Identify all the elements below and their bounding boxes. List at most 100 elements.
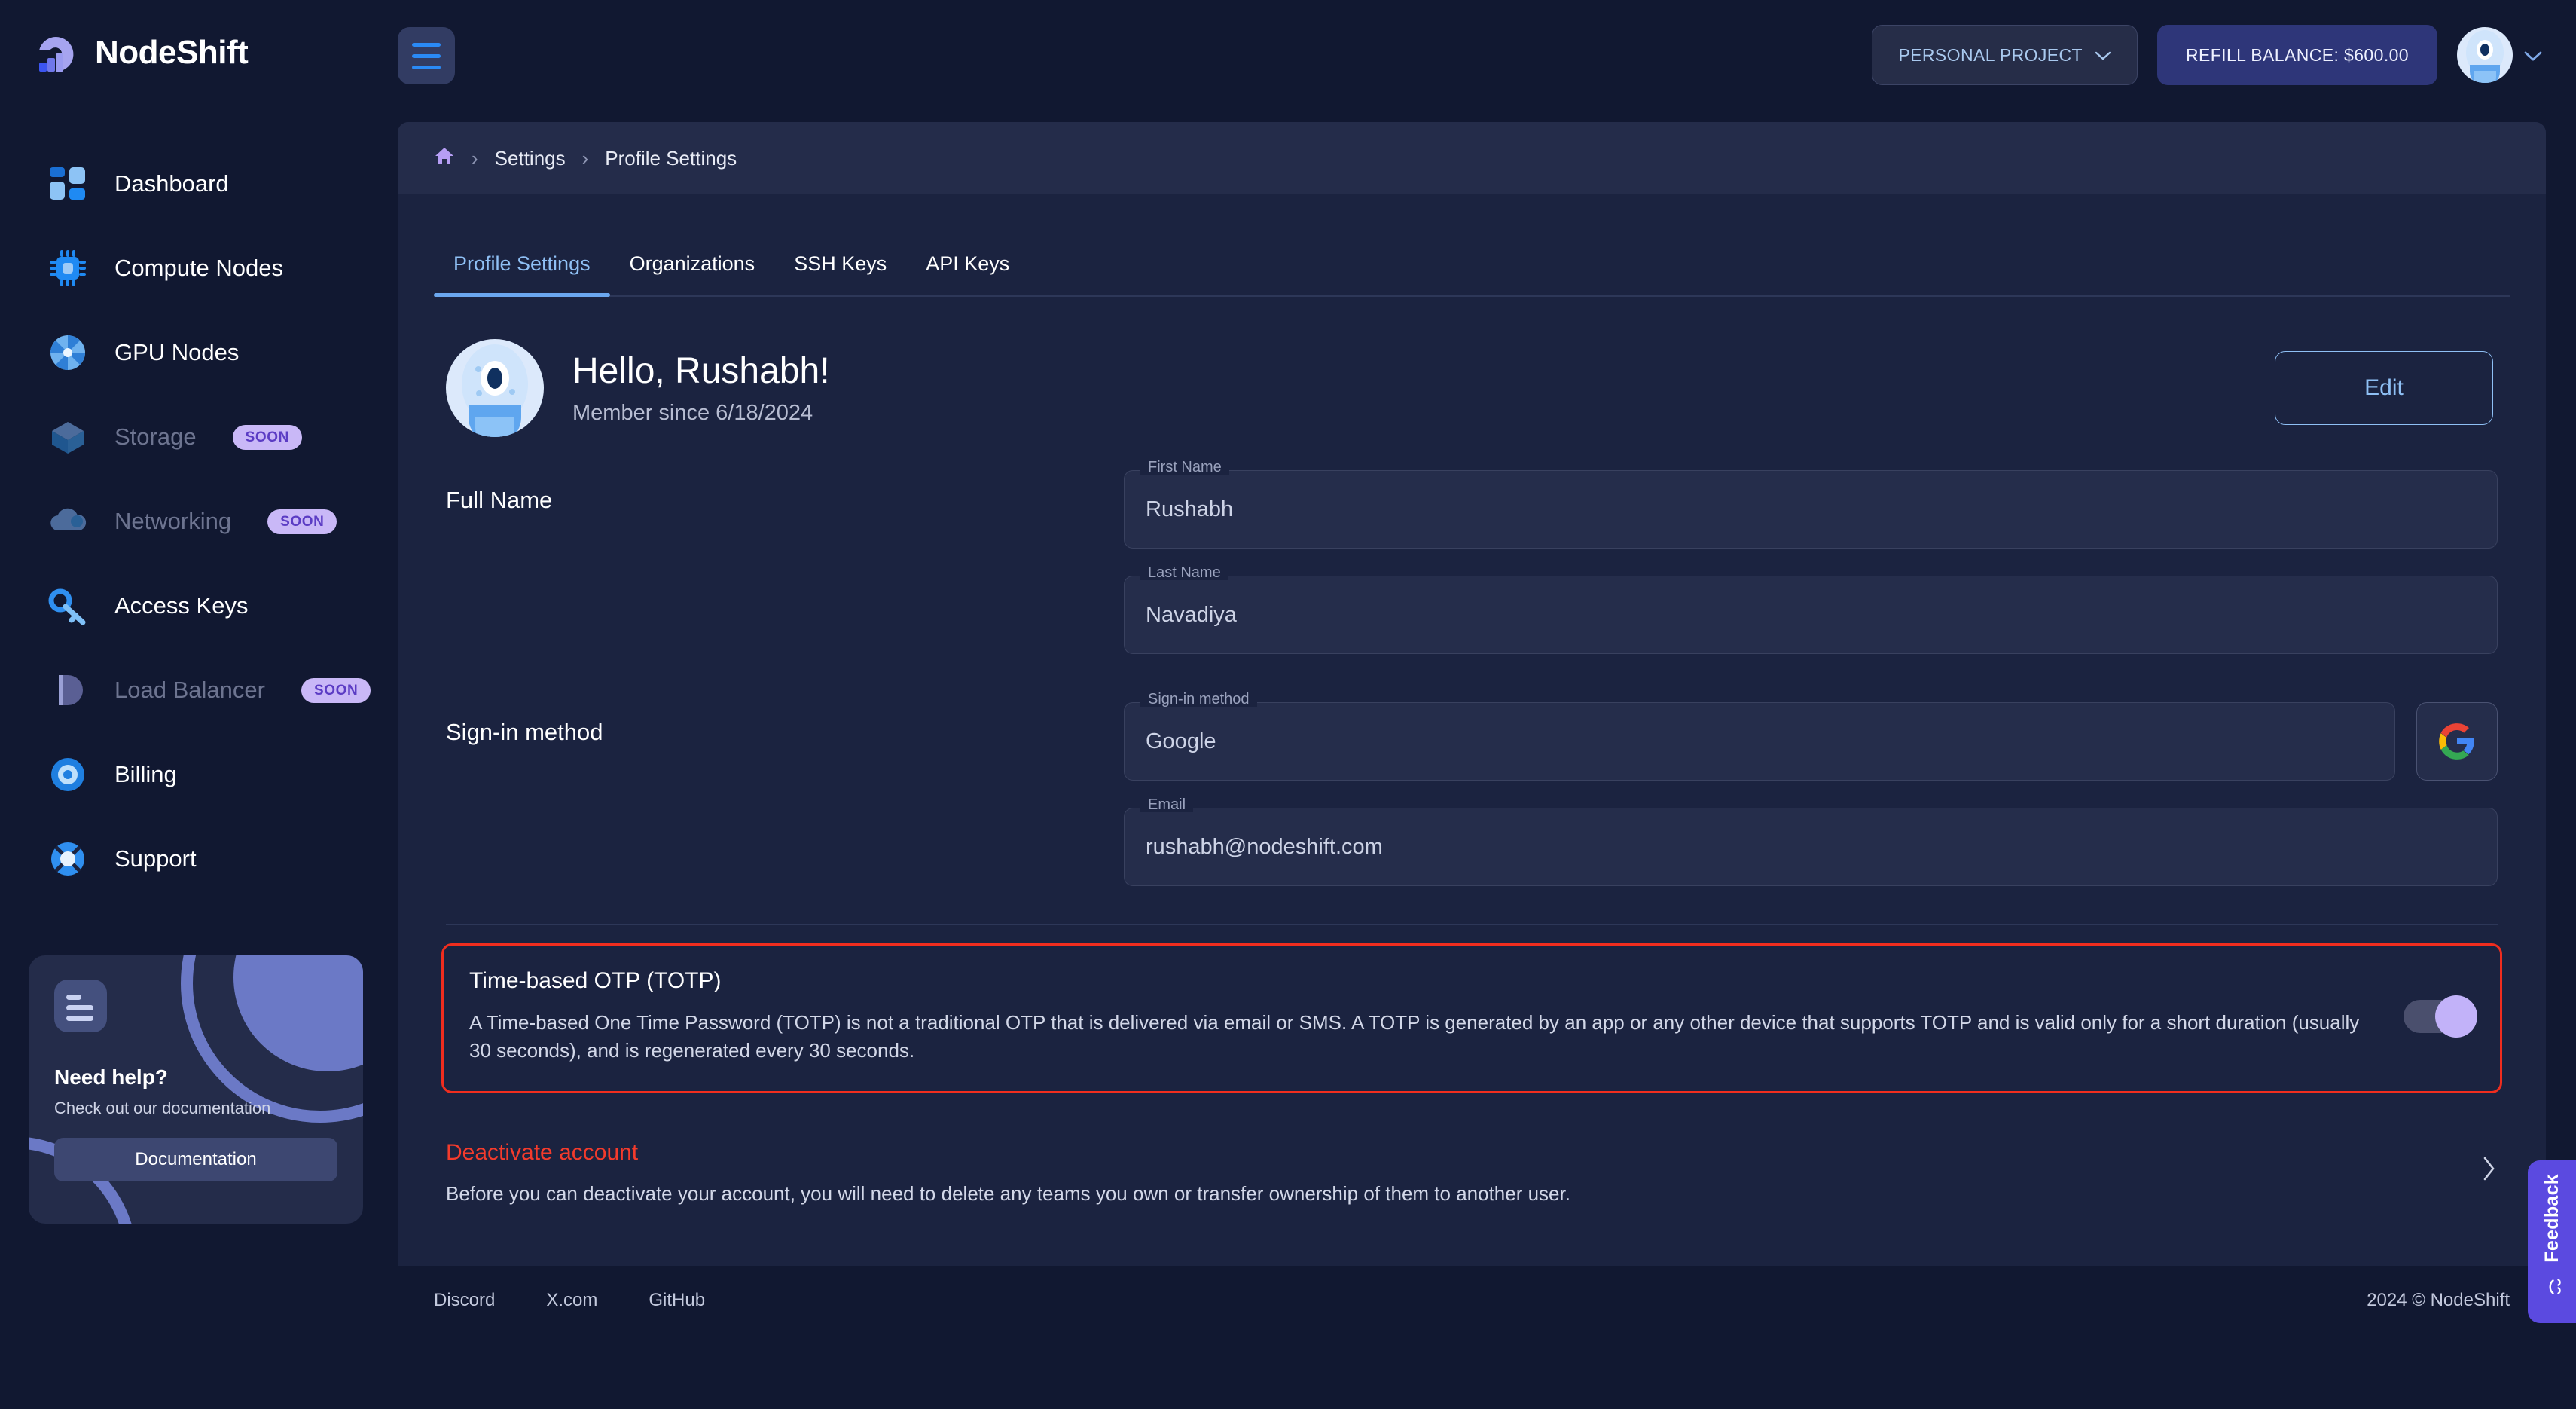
totp-title: Time-based OTP (TOTP) bbox=[469, 967, 722, 993]
last-name-field[interactable]: Last Name Navadiya bbox=[1124, 565, 2498, 654]
last-name-label: Last Name bbox=[1140, 565, 1228, 580]
sidebar-item-label: Networking bbox=[114, 508, 232, 534]
sidebar-item-storage[interactable]: Storage SOON bbox=[0, 395, 392, 479]
sidebar-item-label: Support bbox=[114, 845, 197, 872]
footer-link-github[interactable]: GitHub bbox=[649, 1290, 705, 1311]
first-name-field[interactable]: First Name Rushabh bbox=[1124, 460, 2498, 549]
sidebar-item-billing[interactable]: Billing bbox=[0, 732, 392, 817]
footer-copyright: 2024 © NodeShift bbox=[2367, 1290, 2510, 1310]
status-badge: SOON bbox=[267, 509, 337, 534]
tab-ssh-keys[interactable]: SSH Keys bbox=[774, 252, 906, 295]
documentation-button[interactable]: Documentation bbox=[54, 1138, 337, 1181]
cloud-icon bbox=[47, 500, 89, 543]
status-badge: SOON bbox=[232, 424, 302, 450]
deactivate-title: Deactivate account bbox=[446, 1139, 639, 1165]
tab-bar: Profile Settings Organizations SSH Keys … bbox=[434, 194, 2510, 297]
deactivate-description: Before you can deactivate your account, … bbox=[446, 1181, 1570, 1205]
gpu-fan-icon bbox=[47, 332, 89, 374]
sidebar-item-gpu-nodes[interactable]: GPU Nodes bbox=[0, 310, 392, 395]
feedback-tab[interactable]: Feedback bbox=[2528, 1160, 2576, 1323]
app-root: NodeShift Dashboard Compute Nodes GPU No… bbox=[0, 0, 2576, 1409]
refill-balance-button[interactable]: REFILL BALANCE: $600.00 bbox=[2156, 25, 2437, 85]
avatar bbox=[2457, 27, 2513, 83]
key-icon bbox=[47, 585, 89, 627]
sidebar-item-label: GPU Nodes bbox=[114, 339, 240, 365]
breadcrumb-separator: › bbox=[472, 146, 478, 170]
first-name-label: First Name bbox=[1140, 460, 1229, 475]
cpu-chip-icon bbox=[47, 247, 89, 289]
breadcrumb-item-settings[interactable]: Settings bbox=[495, 147, 566, 170]
sidebar-item-label: Load Balancer bbox=[114, 677, 265, 703]
chevron-down-icon bbox=[2523, 44, 2543, 66]
project-selector-button[interactable]: PERSONAL PROJECT bbox=[1872, 25, 2138, 85]
last-name-value[interactable]: Navadiya bbox=[1124, 576, 2498, 654]
topbar: PERSONAL PROJECT REFILL BALANCE: $600.00 bbox=[392, 0, 2576, 110]
first-name-value[interactable]: Rushabh bbox=[1124, 470, 2498, 549]
sidebar-item-networking[interactable]: Networking SOON bbox=[0, 479, 392, 564]
totp-section: Time-based OTP (TOTP) A Time-based One T… bbox=[441, 943, 2502, 1093]
totp-toggle[interactable] bbox=[2404, 995, 2477, 1038]
cube-icon bbox=[47, 416, 89, 458]
full-name-section: Full Name First Name Rushabh Last Name N… bbox=[398, 460, 2546, 654]
greeting-title: Hello, Rushabh! bbox=[572, 351, 830, 391]
sidebar-item-compute-nodes[interactable]: Compute Nodes bbox=[0, 226, 392, 310]
section-divider bbox=[446, 924, 2498, 925]
breadcrumb-separator: › bbox=[581, 146, 589, 170]
home-icon[interactable] bbox=[434, 145, 455, 171]
breadcrumb-item-profile-settings: Profile Settings bbox=[605, 146, 737, 170]
brand-logo[interactable]: NodeShift bbox=[0, 0, 392, 83]
dashboard-grid-icon bbox=[47, 163, 89, 205]
signin-method-value[interactable]: Google bbox=[1124, 702, 2395, 781]
sidebar-item-access-keys[interactable]: Access Keys bbox=[0, 564, 392, 648]
tab-api-keys[interactable]: API Keys bbox=[906, 252, 1029, 295]
sidebar-item-label: Billing bbox=[114, 761, 177, 787]
help-card: Need help? Check out our documentation D… bbox=[29, 955, 363, 1224]
chevron-right-icon[interactable] bbox=[2481, 1155, 2498, 1190]
totp-description: A Time-based One Time Password (TOTP) is… bbox=[469, 1010, 2360, 1062]
billing-icon bbox=[47, 753, 89, 796]
email-field[interactable]: Email rushabh@nodeshift.com bbox=[1124, 797, 2498, 886]
tab-organizations[interactable]: Organizations bbox=[610, 252, 775, 295]
sidebar-item-label: Dashboard bbox=[114, 170, 229, 197]
load-balancer-icon bbox=[47, 669, 89, 711]
member-since-text: Member since 6/18/2024 bbox=[572, 401, 813, 425]
sidebar-nav: Dashboard Compute Nodes GPU Nodes Storag… bbox=[0, 142, 392, 901]
help-card-subtitle: Check out our documentation bbox=[54, 1099, 271, 1117]
signin-method-section: Sign-in method Sign-in method Google Ema… bbox=[398, 692, 2546, 886]
brand-name: NodeShift bbox=[95, 34, 249, 71]
help-card-title: Need help? bbox=[54, 1065, 168, 1089]
sidebar-item-label: Compute Nodes bbox=[114, 255, 284, 281]
sidebar-item-support[interactable]: Support bbox=[0, 817, 392, 901]
nodeshift-wave-logo-icon bbox=[32, 28, 81, 78]
deactivate-account-row[interactable]: Deactivate account Before you can deacti… bbox=[398, 1093, 2546, 1206]
project-selector-label: PERSONAL PROJECT bbox=[1898, 44, 2083, 65]
status-badge: SOON bbox=[301, 677, 371, 703]
edit-button[interactable]: Edit bbox=[2275, 351, 2493, 425]
footer: Discord X.com GitHub 2024 © NodeShift bbox=[398, 1266, 2546, 1335]
sidebar-item-load-balancer[interactable]: Load Balancer SOON bbox=[0, 648, 392, 732]
tab-profile-settings[interactable]: Profile Settings bbox=[434, 252, 610, 297]
email-value[interactable]: rushabh@nodeshift.com bbox=[1124, 808, 2498, 886]
main-area: PERSONAL PROJECT REFILL BALANCE: $600.00 bbox=[392, 0, 2576, 1409]
user-menu[interactable] bbox=[2457, 27, 2543, 83]
footer-link-discord[interactable]: Discord bbox=[434, 1290, 495, 1311]
sidebar: NodeShift Dashboard Compute Nodes GPU No… bbox=[0, 0, 392, 1409]
sidebar-item-label: Storage bbox=[114, 423, 197, 450]
sidebar-item-dashboard[interactable]: Dashboard bbox=[0, 142, 392, 226]
toggle-knob bbox=[2435, 995, 2477, 1038]
email-label: Email bbox=[1140, 797, 1194, 812]
section-title-full-name: Full Name bbox=[446, 487, 553, 513]
sidebar-item-label: Access Keys bbox=[114, 592, 249, 619]
footer-link-xcom[interactable]: X.com bbox=[546, 1290, 597, 1311]
document-lines-icon bbox=[54, 980, 107, 1032]
google-g-icon[interactable] bbox=[2416, 702, 2498, 781]
signin-method-field[interactable]: Sign-in method Google bbox=[1124, 692, 2395, 781]
profile-header: Hello, Rushabh! Member since 6/18/2024 E… bbox=[398, 297, 2546, 437]
support-icon bbox=[47, 838, 89, 880]
feedback-label: Feedback bbox=[2541, 1174, 2562, 1263]
hamburger-menu-icon[interactable] bbox=[398, 27, 455, 84]
chevron-down-icon bbox=[2095, 45, 2111, 66]
avatar bbox=[446, 339, 544, 437]
signin-method-label: Sign-in method bbox=[1140, 692, 1257, 707]
section-title-signin-method: Sign-in method bbox=[446, 719, 603, 745]
